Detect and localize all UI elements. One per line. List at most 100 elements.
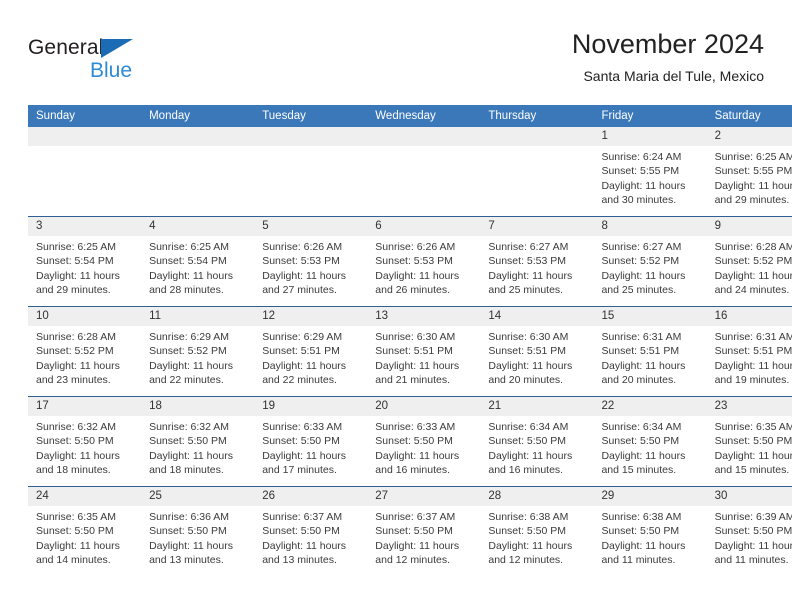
day-details: Sunrise: 6:27 AM Sunset: 5:52 PM Daylight:… — [593, 236, 706, 298]
day-number: 28 — [480, 487, 594, 506]
day-cell[interactable]: 15 Sunrise: 6:31 AM Sunset: 5:51 PM Dayligh… — [593, 306, 707, 397]
day-cell[interactable]: 2 Sunrise: 6:25 AM Sunset: 5:55 PM Daylight… — [706, 127, 792, 217]
day-number: 19 — [254, 397, 368, 416]
day-cell[interactable]: 18 Sunrise: 6:32 AM Sunset: 5:50 PM Dayligh… — [141, 396, 255, 487]
day-cell[interactable]: 13 Sunrise: 6:30 AM Sunset: 5:51 PM Dayligh… — [367, 306, 481, 397]
sunset-text: Sunset: 5:50 PM — [488, 525, 567, 538]
sunrise-text: Sunrise: 6:27 AM — [488, 241, 569, 253]
day-number: 6 — [367, 217, 481, 236]
daylight-text-line2: and 29 minutes. — [714, 194, 790, 207]
day-number: 25 — [141, 487, 255, 506]
day-cell[interactable]: 28 Sunrise: 6:38 AM Sunset: 5:50 PM Dayligh… — [480, 486, 594, 576]
day-cell[interactable]: 10 Sunrise: 6:28 AM Sunset: 5:52 PM Dayligh… — [28, 306, 142, 397]
day-cell[interactable]: 8 Sunrise: 6:27 AM Sunset: 5:52 PM Daylight… — [593, 216, 707, 307]
day-cell[interactable]: 30 Sunrise: 6:39 AM Sunset: 5:50 PM Dayligh… — [706, 486, 792, 576]
day-cell[interactable]: 22 Sunrise: 6:34 AM Sunset: 5:50 PM Dayligh… — [593, 396, 707, 487]
daylight-text-line1: Daylight: 11 hours — [601, 449, 686, 462]
day-details: Sunrise: 6:32 AM Sunset: 5:50 PM Daylight:… — [141, 416, 254, 478]
page-title: November 2024 — [571, 29, 764, 59]
daylight-text-line1: Daylight: 11 hours — [601, 539, 686, 552]
daylight-text-line2: and 20 minutes. — [601, 374, 677, 387]
day-cell[interactable] — [254, 127, 368, 217]
sunset-text: Sunset: 5:50 PM — [714, 525, 792, 538]
calendar-week-row: 1 Sunrise: 6:24 AM Sunset: 5:55 PM Daylight… — [28, 127, 792, 217]
sunset-text: Sunset: 5:50 PM — [601, 435, 680, 448]
day-cell[interactable]: 24 Sunrise: 6:35 AM Sunset: 5:50 PM Dayligh… — [28, 486, 142, 576]
daylight-text-line1: Daylight: 11 hours — [262, 269, 347, 282]
day-details: Sunrise: 6:34 AM Sunset: 5:50 PM Daylight:… — [593, 416, 706, 478]
day-number: 11 — [141, 307, 255, 326]
day-number: 20 — [367, 397, 481, 416]
day-details: Sunrise: 6:25 AM Sunset: 5:54 PM Daylight:… — [141, 236, 254, 298]
daylight-text-line2: and 15 minutes. — [714, 464, 790, 477]
day-details: Sunrise: 6:30 AM Sunset: 5:51 PM Daylight:… — [367, 326, 480, 388]
daylight-text-line1: Daylight: 11 hours — [714, 539, 792, 552]
sunrise-text: Sunrise: 6:37 AM — [262, 511, 343, 523]
sunrise-text: Sunrise: 6:26 AM — [375, 241, 456, 253]
day-number: 22 — [593, 397, 707, 416]
sunset-text: Sunset: 5:52 PM — [149, 345, 227, 358]
sunrise-text: Sunrise: 6:25 AM — [36, 241, 116, 253]
calendar-week-row: 24 Sunrise: 6:35 AM Sunset: 5:50 PM Dayligh… — [28, 486, 792, 576]
daylight-text-line1: Daylight: 11 hours — [36, 359, 120, 372]
day-details: Sunrise: 6:37 AM Sunset: 5:50 PM Daylight:… — [367, 506, 480, 568]
sunset-text: Sunset: 5:51 PM — [375, 345, 453, 358]
daylight-text-line2: and 16 minutes. — [375, 464, 450, 477]
day-cell[interactable]: 16 Sunrise: 6:31 AM Sunset: 5:51 PM Dayligh… — [706, 306, 792, 397]
day-cell[interactable]: 11 Sunrise: 6:29 AM Sunset: 5:52 PM Dayligh… — [141, 306, 255, 397]
day-number: 21 — [480, 397, 594, 416]
daylight-text-line1: Daylight: 11 hours — [375, 539, 460, 552]
day-cell[interactable]: 14 Sunrise: 6:30 AM Sunset: 5:51 PM Dayligh… — [480, 306, 594, 397]
calendar-week-row: 10 Sunrise: 6:28 AM Sunset: 5:52 PM Dayligh… — [28, 306, 792, 397]
day-cell[interactable] — [28, 127, 142, 217]
day-details: Sunrise: 6:28 AM Sunset: 5:52 PM Daylight:… — [28, 326, 141, 388]
day-cell[interactable]: 26 Sunrise: 6:37 AM Sunset: 5:50 PM Dayligh… — [254, 486, 368, 576]
weekday-header-tuesday: Tuesday — [254, 105, 368, 127]
day-cell[interactable]: 25 Sunrise: 6:36 AM Sunset: 5:50 PM Dayligh… — [141, 486, 255, 576]
sunset-text: Sunset: 5:51 PM — [488, 345, 567, 358]
day-cell[interactable]: 5 Sunrise: 6:26 AM Sunset: 5:53 PM Daylight… — [254, 216, 368, 307]
day-cell[interactable]: 1 Sunrise: 6:24 AM Sunset: 5:55 PM Daylight… — [593, 127, 707, 217]
day-number: 3 — [28, 217, 142, 236]
sunset-text: Sunset: 5:50 PM — [262, 435, 340, 448]
day-cell[interactable]: 12 Sunrise: 6:29 AM Sunset: 5:51 PM Dayligh… — [254, 306, 368, 397]
daylight-text-line1: Daylight: 11 hours — [36, 539, 120, 552]
daylight-text-line2: and 26 minutes. — [375, 284, 450, 297]
logo-text-general: General — [28, 36, 104, 59]
day-cell[interactable]: 23 Sunrise: 6:35 AM Sunset: 5:50 PM Dayligh… — [706, 396, 792, 487]
day-cell[interactable]: 21 Sunrise: 6:34 AM Sunset: 5:50 PM Dayligh… — [480, 396, 594, 487]
day-cell[interactable] — [367, 127, 481, 217]
day-details — [480, 146, 593, 150]
day-cell[interactable]: 9 Sunrise: 6:28 AM Sunset: 5:52 PM Daylight… — [706, 216, 792, 307]
day-cell[interactable]: 4 Sunrise: 6:25 AM Sunset: 5:54 PM Daylight… — [141, 216, 255, 307]
general-blue-logo[interactable]: General Blue — [28, 36, 218, 88]
day-cell[interactable]: 7 Sunrise: 6:27 AM Sunset: 5:53 PM Daylight… — [480, 216, 594, 307]
day-cell[interactable]: 27 Sunrise: 6:37 AM Sunset: 5:50 PM Dayligh… — [367, 486, 481, 576]
day-details: Sunrise: 6:24 AM Sunset: 5:55 PM Daylight:… — [593, 146, 706, 208]
daylight-text-line1: Daylight: 11 hours — [375, 269, 460, 282]
logo-text-blue: Blue — [90, 59, 133, 82]
daylight-text-line1: Daylight: 11 hours — [601, 269, 686, 282]
sunset-text: Sunset: 5:53 PM — [488, 255, 567, 268]
day-details: Sunrise: 6:38 AM Sunset: 5:50 PM Daylight:… — [593, 506, 706, 568]
daylight-text-line2: and 18 minutes. — [36, 464, 111, 477]
sunset-text: Sunset: 5:53 PM — [262, 255, 340, 268]
daylight-text-line2: and 27 minutes. — [262, 284, 337, 297]
calendar-page: General Blue November 2024 Santa Maria d… — [0, 0, 792, 612]
day-cell[interactable]: 3 Sunrise: 6:25 AM Sunset: 5:54 PM Daylight… — [28, 216, 142, 307]
daylight-text-line1: Daylight: 11 hours — [714, 359, 792, 372]
day-number: 1 — [593, 127, 707, 146]
day-cell[interactable]: 17 Sunrise: 6:32 AM Sunset: 5:50 PM Dayligh… — [28, 396, 142, 487]
daylight-text-line2: and 15 minutes. — [601, 464, 677, 477]
day-cell[interactable]: 6 Sunrise: 6:26 AM Sunset: 5:53 PM Daylight… — [367, 216, 481, 307]
daylight-text-line2: and 14 minutes. — [36, 554, 111, 567]
day-number: 8 — [593, 217, 707, 236]
day-cell[interactable]: 20 Sunrise: 6:33 AM Sunset: 5:50 PM Dayligh… — [367, 396, 481, 487]
day-number — [141, 127, 255, 146]
day-cell[interactable] — [141, 127, 255, 217]
day-cell[interactable]: 19 Sunrise: 6:33 AM Sunset: 5:50 PM Dayligh… — [254, 396, 368, 487]
sunset-text: Sunset: 5:52 PM — [714, 255, 792, 268]
day-cell[interactable] — [480, 127, 594, 217]
day-cell[interactable]: 29 Sunrise: 6:38 AM Sunset: 5:50 PM Dayligh… — [593, 486, 707, 576]
daylight-text-line2: and 19 minutes. — [714, 374, 790, 387]
